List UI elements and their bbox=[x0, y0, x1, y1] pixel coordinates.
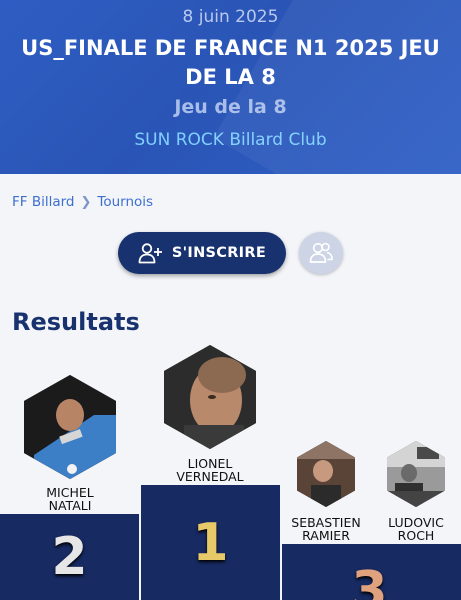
podium-step-first: 1 bbox=[141, 485, 280, 600]
breadcrumb-ffbillard[interactable]: FF Billard bbox=[12, 194, 75, 210]
register-button[interactable]: S'INSCRIRE bbox=[118, 232, 286, 274]
club-link[interactable]: SUN ROCK Billard Club bbox=[0, 130, 461, 150]
third-name-1: SEBASTIEN RAMIER bbox=[280, 516, 372, 542]
tournament-header: 8 juin 2025 US_FINALE DE FRANCE N1 2025 … bbox=[0, 0, 461, 174]
winner-last-name: VERNEDAL bbox=[176, 469, 244, 484]
rank-1-label: 1 bbox=[192, 512, 229, 573]
second-last-name: NATALI bbox=[48, 498, 92, 513]
third-name-2: LUDOVIC ROCH bbox=[370, 516, 461, 542]
register-label: S'INSCRIRE bbox=[171, 245, 267, 261]
follow-button[interactable] bbox=[299, 232, 343, 274]
breadcrumb: FF Billard ❯ Tournois bbox=[12, 194, 153, 210]
podium-step-second: 2 bbox=[0, 514, 139, 600]
users-icon bbox=[309, 242, 333, 263]
results-title: Resultats bbox=[12, 308, 140, 336]
breadcrumb-separator: ❯ bbox=[80, 194, 92, 210]
breadcrumb-tournois[interactable]: Tournois bbox=[97, 194, 153, 210]
add-user-icon bbox=[138, 243, 162, 264]
second-name: MICHEL NATALI bbox=[10, 486, 130, 512]
podium-step-third: 3 bbox=[282, 544, 461, 600]
third-last-name-1: RAMIER bbox=[302, 528, 350, 543]
rank-2-label: 2 bbox=[51, 527, 88, 587]
rank-3-label: 3 bbox=[351, 561, 388, 600]
game-type: Jeu de la 8 bbox=[174, 96, 287, 118]
winner-name: LIONEL VERNEDAL bbox=[150, 457, 270, 483]
tournament-title: US_FINALE DE FRANCE N1 2025 JEU DE LA 8 bbox=[21, 36, 440, 89]
tournament-date: 8 juin 2025 bbox=[182, 7, 279, 27]
third-last-name-2: ROCH bbox=[397, 528, 435, 543]
